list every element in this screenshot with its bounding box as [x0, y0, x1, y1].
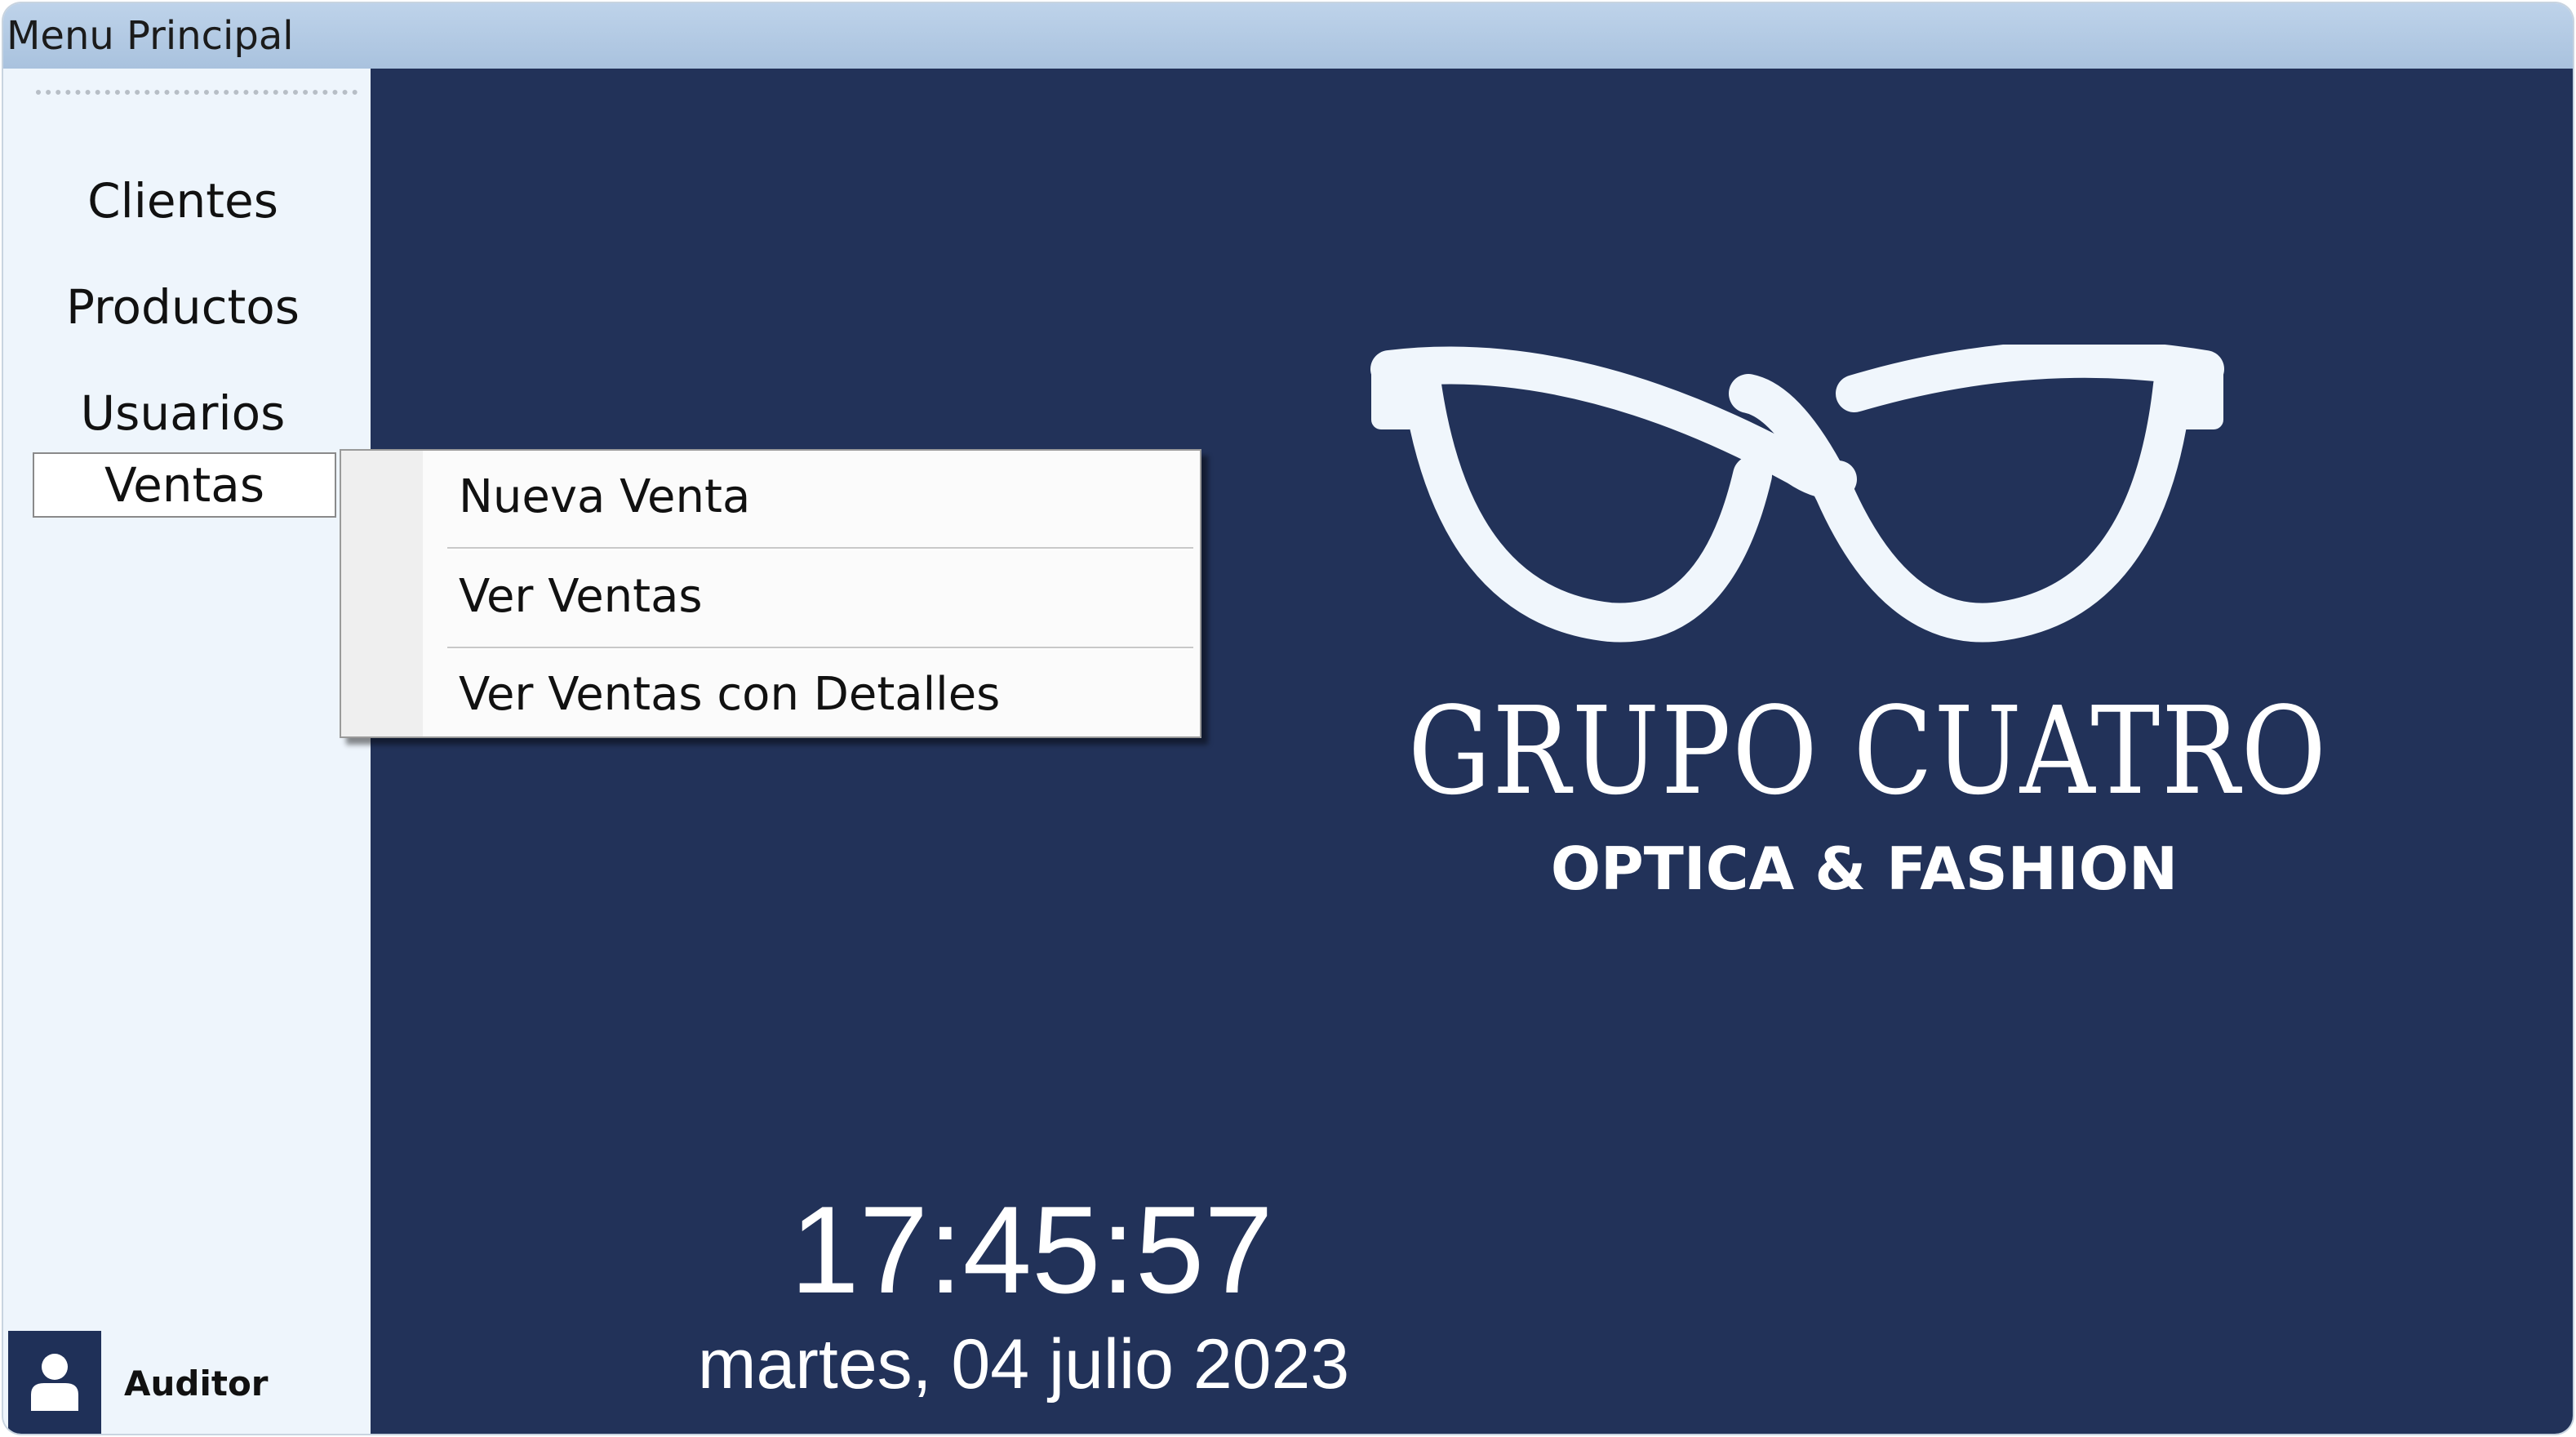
user-name: Auditor	[124, 1364, 269, 1404]
sidebar-item-usuarios[interactable]: Usuarios	[3, 380, 362, 446]
clock-time: 17:45:57	[790, 1181, 1273, 1319]
ventas-dropdown-menu: Nueva Venta Ver Ventas Ver Ventas con De…	[340, 449, 1201, 738]
menu-separator	[447, 547, 1193, 550]
main-panel: GRUPO CUATRO OPTICA & FASHION 17:45:57 m…	[371, 69, 2573, 1434]
brand-tagline: OPTICA & FASHION	[1550, 834, 2178, 903]
sidebar-item-clientes[interactable]: Clientes	[3, 168, 362, 234]
sidebar: Clientes Productos Usuarios Ventas Audit…	[3, 69, 371, 1434]
user-info: Auditor	[3, 1331, 371, 1434]
window-title: Menu Principal	[7, 13, 294, 59]
sidebar-item-ventas[interactable]: Ventas	[33, 452, 336, 518]
brand-name: GRUPO CUATRO	[1408, 681, 2328, 821]
sidebar-item-productos[interactable]: Productos	[3, 274, 362, 340]
user-icon	[8, 1331, 101, 1434]
clock-date: martes, 04 julio 2023	[697, 1325, 1350, 1404]
menu-item-ver-ventas[interactable]: Ver Ventas	[447, 552, 1190, 642]
menu-item-nueva-venta[interactable]: Nueva Venta	[447, 452, 1190, 542]
title-bar[interactable]: Menu Principal	[3, 3, 2573, 69]
main-window: Menu Principal Clientes Productos Usuari…	[3, 3, 2573, 1434]
menu-item-ver-ventas-detalles[interactable]: Ver Ventas con Detalles	[447, 650, 1190, 740]
menu-grip[interactable]	[36, 90, 358, 95]
glasses-icon	[1365, 340, 2230, 658]
menu-gutter	[341, 451, 423, 736]
